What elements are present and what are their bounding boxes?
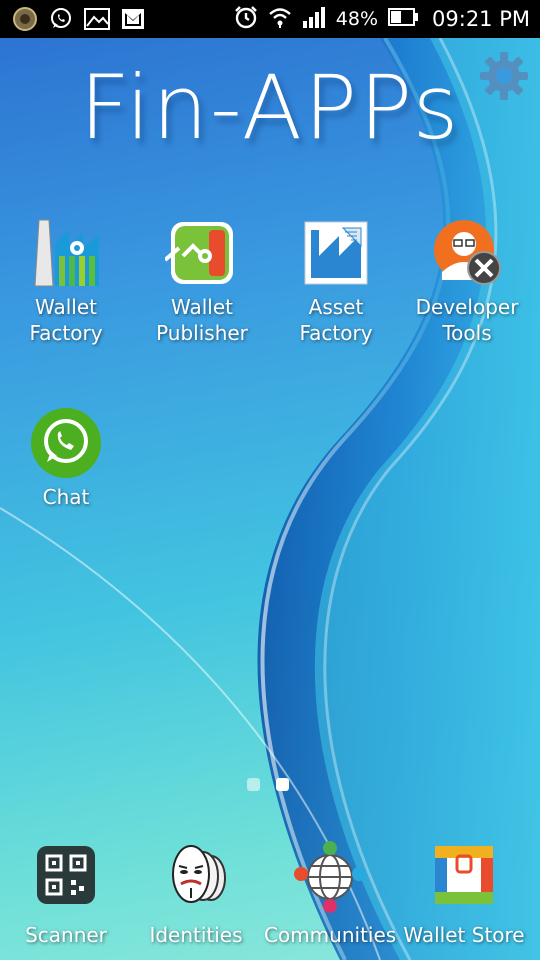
wallet-publisher-icon [163,216,239,290]
app-label: Developer Tools [415,295,519,345]
wallet-store-icon [427,840,501,914]
notification-icons [12,6,146,32]
app-label: Wallet Publisher [156,295,248,345]
app-label: Chat [42,485,90,509]
app-badge-icon [12,6,38,32]
dock-label: Identities [149,923,243,947]
communities-globe-icon [293,840,367,914]
qr-scanner-icon [29,840,103,914]
dock-identities[interactable]: Identities [130,840,262,948]
page-dot-active[interactable] [276,778,289,791]
developer-tools-icon [430,216,504,290]
whatsapp-notification-icon [48,6,74,32]
wifi-icon [268,6,292,32]
dock-label: Communities [264,923,397,947]
alarm-icon [234,5,258,33]
page-dot[interactable] [247,778,260,791]
status-bar[interactable]: 48% 09:21 PM [0,0,540,38]
dock-label: Scanner [25,923,107,947]
clock: 09:21 PM [432,7,530,31]
signal-icon [302,6,326,32]
app-developer-tools[interactable]: Developer Tools [401,216,533,346]
asset-factory-icon [299,216,373,290]
app-wallet-publisher[interactable]: Wallet Publisher [136,216,268,346]
dock-communities[interactable]: Communities [264,840,396,948]
app-label: Wallet Factory [29,295,103,345]
page-indicator[interactable] [247,778,289,791]
email-notification-icon [120,6,146,32]
app-asset-factory[interactable]: Asset Factory [270,216,402,346]
battery-percent: 48% [335,8,379,30]
app-wallet-factory[interactable]: Wallet Factory [0,216,132,346]
battery-icon [388,8,419,30]
dock-label: Wallet Store [403,923,525,947]
identities-mask-icon [159,840,233,914]
app-chat[interactable]: Chat [0,406,132,510]
app-label: Asset Factory [299,295,373,345]
status-indicators: 48% 09:21 PM [234,0,530,38]
chat-icon [29,406,103,480]
page-title: Fin-APPs [79,56,461,159]
gear-icon[interactable] [478,50,530,102]
gallery-notification-icon [84,6,110,32]
dock-scanner[interactable]: Scanner [0,840,132,948]
wallet-factory-icon [29,216,103,290]
dock-wallet-store[interactable]: Wallet Store [398,840,530,948]
